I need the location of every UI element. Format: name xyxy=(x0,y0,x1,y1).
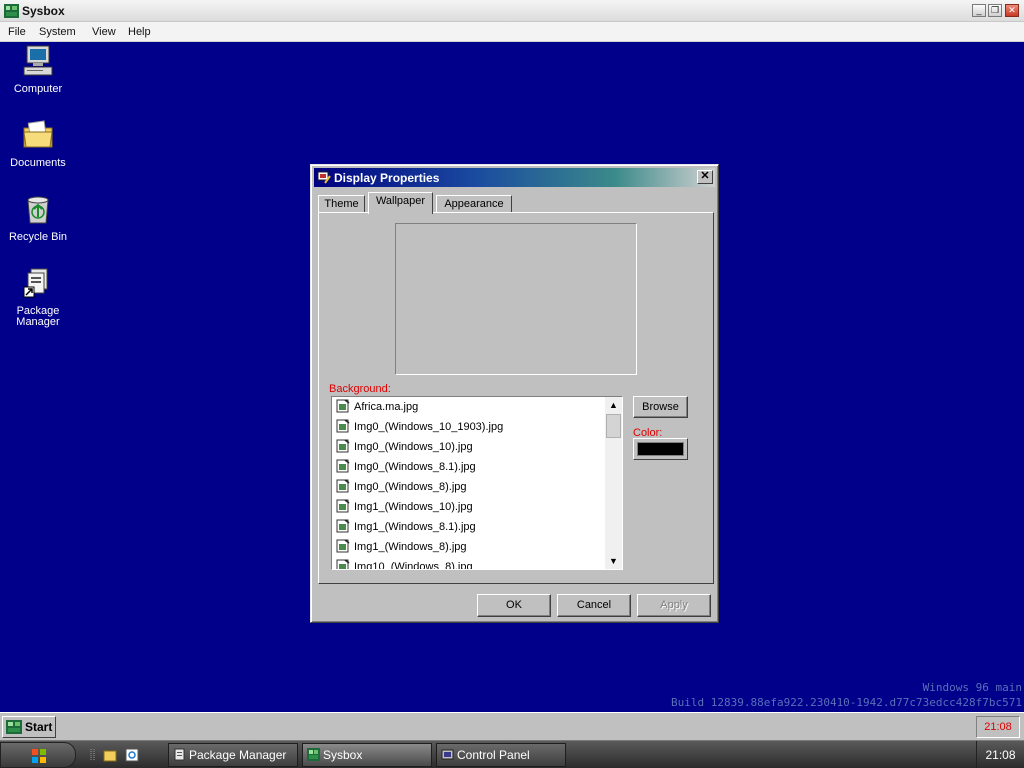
host-menubar: File System View Help xyxy=(0,22,1024,42)
image-file-icon xyxy=(336,459,350,473)
cancel-button[interactable]: Cancel xyxy=(557,594,631,617)
tab-wallpaper[interactable]: Wallpaper xyxy=(368,192,433,214)
dialog-close-button[interactable]: ✕ xyxy=(697,170,713,184)
package-icon xyxy=(174,748,185,761)
list-item[interactable]: Africa.ma.jpg xyxy=(336,398,606,416)
list-item[interactable]: Img0_(Windows_10).jpg xyxy=(336,438,606,456)
wallpaper-panel: Background: Africa.ma.jpg Img0_(Windows_… xyxy=(318,212,714,584)
list-item[interactable]: Img1_(Windows_10).jpg xyxy=(336,498,606,516)
image-file-icon xyxy=(336,479,350,493)
apply-button[interactable]: Apply xyxy=(637,594,711,617)
image-file-icon xyxy=(336,419,350,433)
minimize-button[interactable]: _ xyxy=(972,4,986,17)
scroll-thumb[interactable] xyxy=(606,414,621,438)
dialog-titlebar[interactable]: Display Properties ✕ xyxy=(314,168,715,187)
image-file-icon xyxy=(336,499,350,513)
wallpaper-preview xyxy=(395,223,637,375)
host-start-button[interactable] xyxy=(0,742,76,768)
scroll-up-button[interactable]: ▲ xyxy=(605,397,622,413)
task-control-panel[interactable]: Control Panel xyxy=(436,743,566,767)
desktop-icon-label: Documents xyxy=(10,157,66,169)
background-label: Background: xyxy=(329,383,391,395)
restore-button[interactable]: ❐ xyxy=(988,4,1002,17)
color-picker-button[interactable] xyxy=(633,438,688,460)
host-clock: 21:08 xyxy=(976,741,1024,768)
list-item[interactable]: Img10_(Windows_8).jpg xyxy=(336,558,606,569)
image-file-icon xyxy=(336,439,350,453)
task-sysbox[interactable]: Sysbox xyxy=(302,743,432,767)
tray-clock: 21:08 xyxy=(976,716,1020,738)
watermark-line2: Build 12839.88efa922.230410-1942.d77c73e… xyxy=(671,696,1022,709)
folder-icon xyxy=(23,120,53,148)
menu-file[interactable]: File xyxy=(8,26,26,38)
scroll-down-button[interactable]: ▼ xyxy=(605,553,622,569)
list-item[interactable]: Img0_(Windows_10_1903).jpg xyxy=(336,418,606,436)
recycle-bin-icon xyxy=(27,196,49,224)
desktop-icon-package-manager[interactable]: Package Manager xyxy=(0,266,76,328)
desktop-icon-label: Computer xyxy=(13,83,63,95)
control-panel-icon xyxy=(441,749,454,760)
display-properties-icon xyxy=(317,171,331,184)
ok-button[interactable]: OK xyxy=(477,594,551,617)
inner-taskbar: Start 21:08 xyxy=(0,712,1024,740)
list-item[interactable]: Img0_(Windows_8.1).jpg xyxy=(336,458,606,476)
sysbox-icon xyxy=(4,4,19,18)
image-file-icon xyxy=(336,559,350,569)
watermark-line1: Windows 96 main xyxy=(922,681,1022,694)
list-scrollbar[interactable]: ▲ ▼ xyxy=(605,397,622,569)
list-item[interactable]: Img1_(Windows_8).jpg xyxy=(336,538,606,556)
browse-button[interactable]: Browse xyxy=(633,396,688,418)
computer-icon xyxy=(23,45,53,76)
quicklaunch-divider-icon xyxy=(90,749,95,761)
menu-view[interactable]: View xyxy=(92,26,116,38)
task-package-manager[interactable]: Package Manager xyxy=(168,743,298,767)
start-logo-icon xyxy=(6,720,22,734)
color-swatch-fill xyxy=(637,442,684,456)
desktop-icon-label: Recycle Bin xyxy=(8,231,68,243)
list-item[interactable]: Img1_(Windows_8.1).jpg xyxy=(336,518,606,536)
image-file-icon xyxy=(336,519,350,533)
package-icon xyxy=(23,268,48,298)
start-label: Start xyxy=(25,720,53,734)
windows-logo-icon xyxy=(32,749,46,763)
list-item[interactable]: Img0_(Windows_8).jpg xyxy=(336,478,606,496)
start-button[interactable]: Start xyxy=(2,716,56,738)
host-window-title: Sysbox xyxy=(22,4,65,18)
dialog-title: Display Properties xyxy=(334,171,440,185)
browser-icon[interactable] xyxy=(125,748,139,762)
host-titlebar: Sysbox _ ❐ ✕ xyxy=(0,0,1024,22)
sysbox-icon xyxy=(307,748,320,761)
explorer-icon[interactable] xyxy=(103,748,117,762)
desktop-icon-computer[interactable]: Computer xyxy=(0,44,76,95)
display-properties-dialog: Display Properties ✕ Theme Wallpaper App… xyxy=(310,164,719,623)
menu-system[interactable]: System xyxy=(39,26,76,38)
desktop-icon-recycle-bin[interactable]: Recycle Bin xyxy=(0,192,76,243)
wallpaper-list[interactable]: Africa.ma.jpg Img0_(Windows_10_1903).jpg… xyxy=(331,396,623,570)
image-file-icon xyxy=(336,399,350,413)
close-button[interactable]: ✕ xyxy=(1005,4,1019,17)
host-taskbar: Package Manager Sysbox Control Panel 21:… xyxy=(0,740,1024,768)
desktop-icon-label-line2: Manager xyxy=(16,316,60,328)
menu-help[interactable]: Help xyxy=(128,26,151,38)
image-file-icon xyxy=(336,539,350,553)
desktop-icon-documents[interactable]: Documents xyxy=(0,118,76,169)
